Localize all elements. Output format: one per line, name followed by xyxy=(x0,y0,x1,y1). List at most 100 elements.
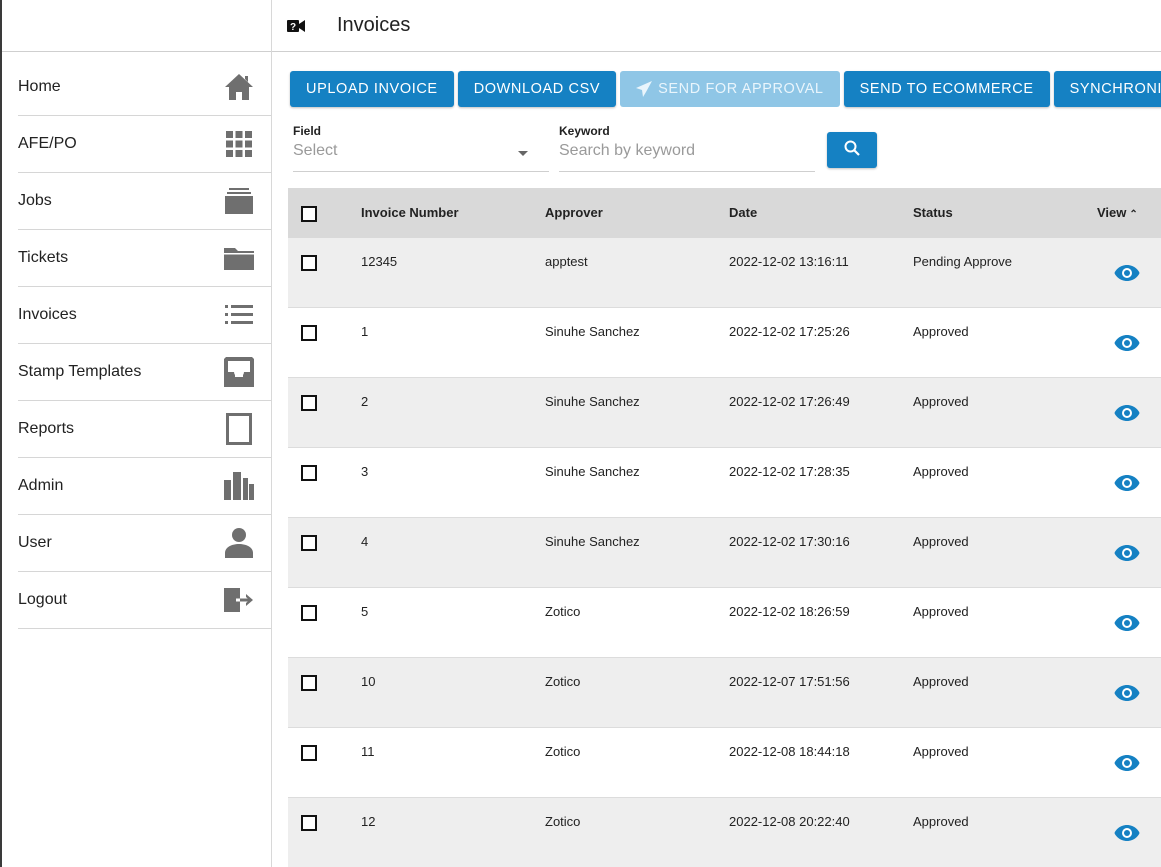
row-checkbox[interactable] xyxy=(301,815,317,831)
table-row: 4 Sinuhe Sanchez 2022-12-02 17:30:16 Approv… xyxy=(288,518,1161,588)
eye-icon[interactable] xyxy=(1114,824,1140,842)
eye-icon[interactable] xyxy=(1114,614,1140,632)
sort-asc-icon: ⌃ xyxy=(1129,209,1138,220)
approver-cell: Sinuhe Sanchez xyxy=(545,534,640,549)
status-cell: Approved xyxy=(913,534,969,549)
column-header-date[interactable]: Date xyxy=(729,205,757,220)
eye-icon[interactable] xyxy=(1114,684,1140,702)
sidebar-item-admin[interactable]: Admin xyxy=(18,458,271,515)
invoice-number-cell: 10 xyxy=(361,674,376,689)
approver-cell: Sinuhe Sanchez xyxy=(545,394,640,409)
search-icon xyxy=(844,140,860,161)
list-icon xyxy=(223,299,255,331)
status-cell: Approved xyxy=(913,814,969,829)
sidebar-item-tickets[interactable]: Tickets xyxy=(18,230,271,287)
row-checkbox[interactable] xyxy=(301,255,317,271)
send-for-approval-label: SEND FOR APPROVAL xyxy=(658,81,824,97)
row-checkbox[interactable] xyxy=(301,605,317,621)
grid-icon xyxy=(223,128,255,160)
table-row: 5 Zotico 2022-12-02 18:26:59 Approved xyxy=(288,588,1161,658)
table-row: 12 Zotico 2022-12-08 20:22:40 Approved xyxy=(288,798,1161,867)
send-to-ecommerce-button[interactable]: SEND TO ECOMMERCE xyxy=(843,71,1050,107)
eye-icon[interactable] xyxy=(1114,334,1140,352)
status-cell: Approved xyxy=(913,604,969,619)
approver-cell: Sinuhe Sanchez xyxy=(545,464,640,479)
status-cell: Approved xyxy=(913,744,969,759)
keyword-label: Keyword xyxy=(559,124,610,138)
column-header-invoice-number[interactable]: Invoice Number xyxy=(361,205,459,220)
field-select[interactable]: Field Select xyxy=(293,124,549,172)
main-content: UPLOAD INVOICE DOWNLOAD CSV SEND FOR APP… xyxy=(272,52,1161,867)
eye-icon[interactable] xyxy=(1114,264,1140,282)
row-checkbox[interactable] xyxy=(301,675,317,691)
invoice-number-cell: 5 xyxy=(361,604,369,619)
status-cell: Pending Approve xyxy=(913,254,1013,269)
page-title: Invoices xyxy=(337,14,411,36)
sidebar-item-label: Stamp Templates xyxy=(18,363,142,380)
column-header-status[interactable]: Status xyxy=(913,205,953,220)
inbox-icon xyxy=(223,356,255,388)
eye-icon[interactable] xyxy=(1114,404,1140,422)
sidebar-item-afe-po[interactable]: AFE/PO xyxy=(18,116,271,173)
date-cell: 2022-12-02 13:16:11 xyxy=(729,254,849,269)
eye-icon[interactable] xyxy=(1114,474,1140,492)
row-checkbox[interactable] xyxy=(301,465,317,481)
synchronize-button[interactable]: SYNCHRONIZE xyxy=(1053,71,1161,107)
sidebar-item-user[interactable]: User xyxy=(18,515,271,572)
sidebar-item-label: Reports xyxy=(18,420,75,437)
download-csv-button[interactable]: DOWNLOAD CSV xyxy=(457,71,617,107)
sidebar-item-home[interactable]: Home xyxy=(18,59,271,116)
status-cell: Approved xyxy=(913,464,969,479)
table-row: 12345 apptest 2022-12-02 13:16:11 Pending A… xyxy=(288,238,1161,308)
sidebar-item-stamp-templates[interactable]: Stamp Templates xyxy=(18,344,271,401)
date-cell: 2022-12-08 20:22:40 xyxy=(729,814,850,829)
send-for-approval-button[interactable]: SEND FOR APPROVAL xyxy=(620,71,840,107)
sidebar: Home AFE/PO Jobs Tickets Invoices Stamp … xyxy=(2,0,272,867)
row-checkbox[interactable] xyxy=(301,395,317,411)
folder-icon xyxy=(223,242,255,274)
invoice-number-cell: 1 xyxy=(361,324,369,339)
upload-invoice-button[interactable]: UPLOAD INVOICE xyxy=(290,71,454,107)
search-button[interactable] xyxy=(827,132,877,168)
column-header-view[interactable]: View ⌃ xyxy=(1097,205,1138,220)
status-cell: Approved xyxy=(913,674,969,689)
eye-icon[interactable] xyxy=(1114,544,1140,562)
status-cell: Approved xyxy=(913,324,969,339)
sidebar-item-jobs[interactable]: Jobs xyxy=(18,173,271,230)
approver-cell: Zotico xyxy=(545,674,581,689)
row-checkbox[interactable] xyxy=(301,745,317,761)
search-input[interactable]: Search by keyword xyxy=(559,142,815,160)
status-cell: Approved xyxy=(913,394,969,409)
sidebar-item-label: Admin xyxy=(18,477,64,494)
invoice-number-cell: 11 xyxy=(361,744,375,759)
eye-icon[interactable] xyxy=(1114,754,1140,772)
field-placeholder: Select xyxy=(293,142,338,159)
bar-chart-icon xyxy=(223,470,255,502)
row-checkbox[interactable] xyxy=(301,325,317,341)
home-icon xyxy=(223,71,255,103)
sidebar-item-reports[interactable]: Reports xyxy=(18,401,271,458)
exit-icon xyxy=(223,584,255,616)
send-icon xyxy=(636,81,653,97)
select-all-checkbox[interactable] xyxy=(301,206,317,222)
date-cell: 2022-12-08 18:44:18 xyxy=(729,744,850,759)
keyword-underline xyxy=(559,171,815,172)
table-row: 3 Sinuhe Sanchez 2022-12-02 17:28:35 Approv… xyxy=(288,448,1161,518)
field-underline xyxy=(293,171,549,172)
action-toolbar: UPLOAD INVOICE DOWNLOAD CSV SEND FOR APP… xyxy=(290,71,1161,107)
invoice-number-cell: 3 xyxy=(361,464,369,479)
invoice-number-cell: 4 xyxy=(361,534,369,549)
approver-cell: Zotico xyxy=(545,814,581,829)
sidebar-nav: Home AFE/PO Jobs Tickets Invoices Stamp … xyxy=(2,59,271,629)
date-cell: 2022-12-02 17:25:26 xyxy=(729,324,850,339)
video-question-icon: ? xyxy=(287,16,307,36)
sidebar-item-invoices[interactable]: Invoices xyxy=(18,287,271,344)
table-row: 10 Zotico 2022-12-07 17:51:56 Approved xyxy=(288,658,1161,728)
approver-cell: Zotico xyxy=(545,604,581,619)
row-checkbox[interactable] xyxy=(301,535,317,551)
sidebar-item-label: Home xyxy=(18,78,61,95)
column-header-approver[interactable]: Approver xyxy=(545,205,603,220)
invoice-number-cell: 2 xyxy=(361,394,369,409)
sidebar-item-logout[interactable]: Logout xyxy=(18,572,271,629)
approver-cell: apptest xyxy=(545,254,588,269)
